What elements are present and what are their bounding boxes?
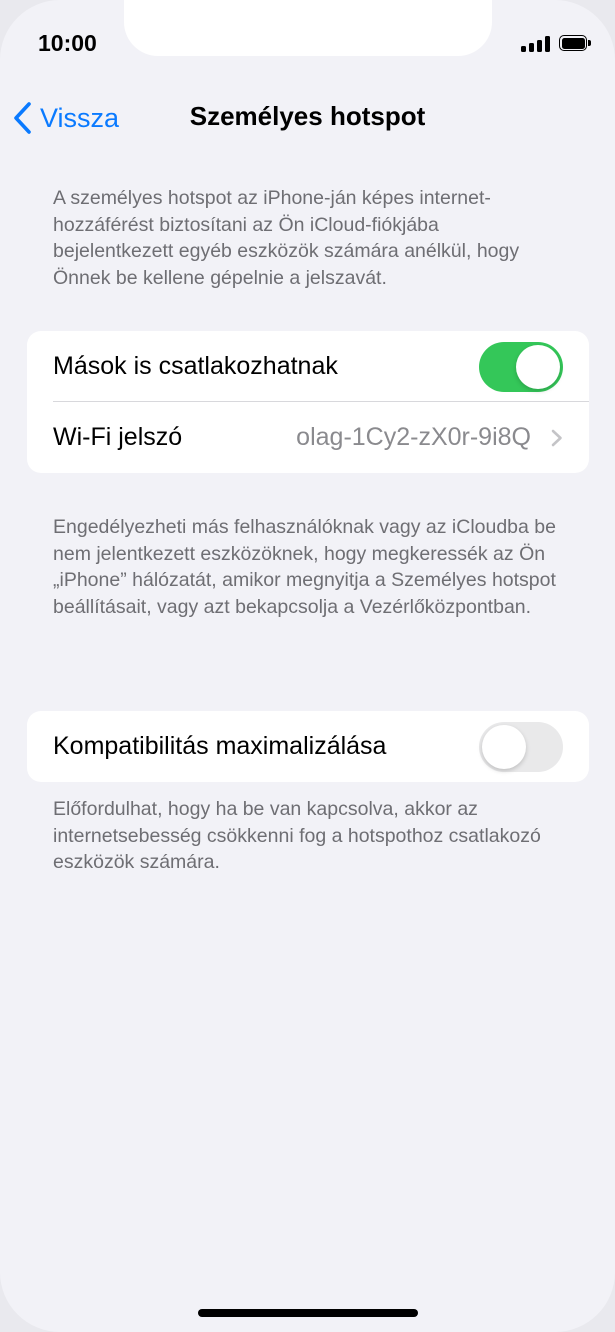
- wifi-password-row[interactable]: Wi-Fi jelszó olag-1Cy2-zX0r-9i8Q: [27, 402, 589, 473]
- wifi-password-value: olag-1Cy2-zX0r-9i8Q: [296, 423, 531, 451]
- toggle-knob: [516, 345, 560, 389]
- battery-icon: [559, 35, 592, 53]
- phone-screen: 10:00 Vissza Személyes hotspot A személy…: [0, 0, 615, 1332]
- cellular-signal-icon: [521, 36, 551, 52]
- notch: [124, 0, 492, 56]
- home-indicator[interactable]: [198, 1309, 418, 1317]
- toggle-knob: [482, 725, 526, 769]
- allow-others-label: Mások is csatlakozhatnak: [53, 352, 338, 380]
- status-time: 10:00: [38, 30, 97, 56]
- compatibility-description: Előfordulhat, hogy ha be van kapcsolva, …: [53, 798, 541, 873]
- maximize-compatibility-row: Kompatibilitás maximalizálása: [27, 711, 589, 782]
- maximize-compatibility-label: Kompatibilitás maximalizálása: [53, 732, 387, 760]
- compatibility-group: Kompatibilitás maximalizálása: [27, 711, 589, 782]
- hotspot-settings-group: Mások is csatlakozhatnak Wi-Fi jelszó ol…: [27, 331, 589, 473]
- chevron-right-icon: [551, 429, 562, 447]
- intro-description: A személyes hotspot az iPhone-ján képes …: [53, 187, 520, 289]
- allow-others-toggle[interactable]: [479, 342, 563, 392]
- wifi-password-label: Wi-Fi jelszó: [53, 423, 183, 451]
- allow-others-description: Engedélyezheti más felhasználóknak vagy …: [53, 516, 556, 618]
- maximize-compatibility-toggle[interactable]: [479, 722, 563, 772]
- page-title: Személyes hotspot: [189, 101, 426, 131]
- allow-others-row: Mások is csatlakozhatnak: [27, 331, 589, 402]
